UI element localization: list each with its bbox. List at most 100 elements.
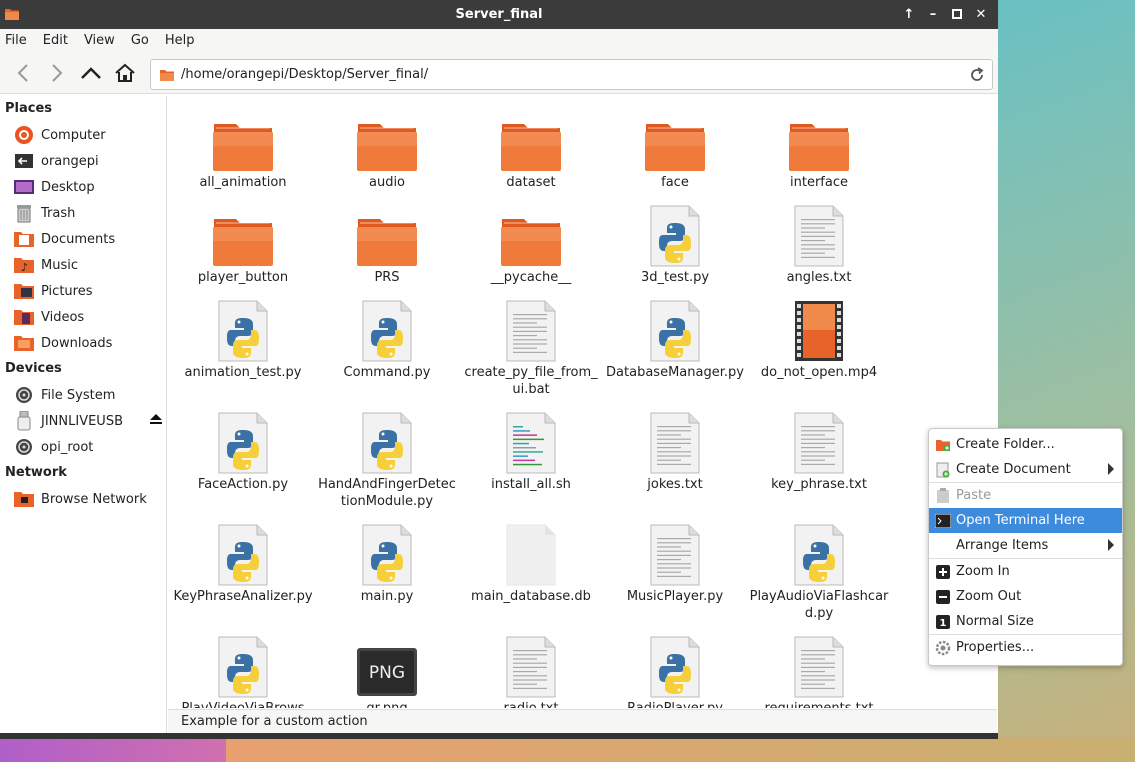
close-button[interactable]: ✕ xyxy=(972,5,990,23)
file-name: key_phrase.txt xyxy=(771,477,867,492)
file-item[interactable]: audio xyxy=(315,110,459,205)
maximize-button[interactable] xyxy=(948,5,966,23)
back-button[interactable] xyxy=(6,56,40,90)
sidebar-item-file-system[interactable]: File System xyxy=(0,382,166,408)
file-view[interactable]: all_animation audio dataset face interface pl… xyxy=(168,96,997,708)
file-item[interactable]: all_animation xyxy=(171,110,315,205)
sidebar-item-computer[interactable]: Computer xyxy=(0,122,166,148)
file-item[interactable]: jokes.txt xyxy=(603,412,747,524)
context-item-zoom-out[interactable]: Zoom Out xyxy=(929,584,1122,609)
zoom-out-icon xyxy=(935,589,951,605)
sidebar-item-jinnliveusb[interactable]: JINNLIVEUSB xyxy=(0,408,166,434)
file-item[interactable]: PlayAudioViaFlashcard.py xyxy=(747,524,891,636)
sidebar-item-label: Downloads xyxy=(41,335,113,351)
file-item[interactable]: main_database.db xyxy=(459,524,603,636)
context-item-arrange-items[interactable]: Arrange Items xyxy=(929,533,1122,558)
python-file-icon xyxy=(211,300,275,362)
file-item[interactable]: Command.py xyxy=(315,300,459,412)
sidebar-item-label: JINNLIVEUSB xyxy=(41,413,123,429)
sidebar-item-downloads[interactable]: Downloads xyxy=(0,330,166,356)
menu-help[interactable]: Help xyxy=(165,33,203,48)
context-item-label: Zoom In xyxy=(956,564,1010,579)
sidebar-item-label: Browse Network xyxy=(41,491,147,507)
title-bar[interactable]: Server_final ↑ – ✕ xyxy=(0,0,998,29)
svg-text:♪: ♪ xyxy=(21,261,28,274)
parent-folder-button[interactable] xyxy=(74,56,108,90)
context-item-open-terminal-here[interactable]: Open Terminal Here xyxy=(929,508,1122,533)
text-file-icon xyxy=(643,412,707,474)
file-item[interactable]: PRS xyxy=(315,205,459,300)
file-item[interactable]: DatabaseManager.py xyxy=(603,300,747,412)
sidebar-item-opi-root[interactable]: opi_root xyxy=(0,434,166,460)
context-item-normal-size[interactable]: 1 Normal Size xyxy=(929,609,1122,634)
reload-button[interactable] xyxy=(962,66,992,83)
forward-button[interactable] xyxy=(40,56,74,90)
context-item-zoom-in[interactable]: Zoom In xyxy=(929,559,1122,584)
python-file-icon xyxy=(355,412,419,474)
file-item[interactable]: 3d_test.py xyxy=(603,205,747,300)
file-item[interactable]: radio.txt xyxy=(459,636,603,708)
sidebar-item-desktop[interactable]: Desktop xyxy=(0,174,166,200)
back-arrow-icon xyxy=(17,63,28,82)
new-folder-icon xyxy=(935,437,951,453)
file-item[interactable]: key_phrase.txt xyxy=(747,412,891,524)
menu-file[interactable]: File xyxy=(5,33,35,48)
minimize-button[interactable]: – xyxy=(924,5,942,23)
text-file-icon xyxy=(787,412,851,474)
menu-edit[interactable]: Edit xyxy=(43,33,76,48)
keep-above-button[interactable]: ↑ xyxy=(900,5,918,23)
file-name: FaceAction.py xyxy=(197,477,289,492)
file-item[interactable]: dataset xyxy=(459,110,603,205)
context-item-properties[interactable]: Properties... xyxy=(929,635,1122,660)
submenu-arrow-icon xyxy=(1108,539,1114,551)
desktop-icon xyxy=(13,177,35,197)
sidebar-item-videos[interactable]: Videos xyxy=(0,304,166,330)
computer-icon xyxy=(13,125,35,145)
file-item[interactable]: HandAndFingerDetectionModule.py xyxy=(315,412,459,524)
file-item[interactable]: requirements.txt xyxy=(747,636,891,708)
sidebar: Places Computer orangepi Desktop Trash Docum… xyxy=(0,96,167,733)
sidebar-item-browse-network[interactable]: Browse Network xyxy=(0,486,166,512)
context-item-create-document[interactable]: Create Document xyxy=(929,457,1122,482)
sidebar-item-trash[interactable]: Trash xyxy=(0,200,166,226)
sidebar-item-music[interactable]: ♪ Music xyxy=(0,252,166,278)
file-item[interactable]: animation_test.py xyxy=(171,300,315,412)
file-item[interactable]: interface xyxy=(747,110,891,205)
file-item[interactable]: main.py xyxy=(315,524,459,636)
eject-icon[interactable] xyxy=(149,413,163,428)
file-name: main.py xyxy=(360,589,414,604)
text-file-icon xyxy=(499,300,563,362)
sidebar-item-pictures[interactable]: Pictures xyxy=(0,278,166,304)
file-manager-window: Server_final ↑ – ✕ File Edit View Go Hel… xyxy=(0,0,998,739)
menu-go[interactable]: Go xyxy=(131,33,157,48)
menu-view[interactable]: View xyxy=(84,33,123,48)
drive-icon xyxy=(13,385,35,405)
sidebar-item-label: Videos xyxy=(41,309,85,325)
file-item[interactable]: RadioPlayer.py xyxy=(603,636,747,708)
python-file-icon xyxy=(643,205,707,267)
file-item[interactable]: __pycache__ xyxy=(459,205,603,300)
file-item[interactable]: PNG qr.png xyxy=(315,636,459,708)
file-item[interactable]: create_py_file_from_ui.bat xyxy=(459,300,603,412)
forward-arrow-icon xyxy=(52,63,63,82)
devices-heading: Devices xyxy=(5,361,62,376)
folder-file-icon xyxy=(643,110,707,172)
file-item[interactable]: angles.txt xyxy=(747,205,891,300)
file-item[interactable]: install_all.sh xyxy=(459,412,603,524)
location-path[interactable]: /home/orangepi/Desktop/Server_final/ xyxy=(181,67,962,82)
file-item[interactable]: FaceAction.py xyxy=(171,412,315,524)
context-item-label: Zoom Out xyxy=(956,589,1022,604)
file-item[interactable]: face xyxy=(603,110,747,205)
file-item[interactable]: MusicPlayer.py xyxy=(603,524,747,636)
sidebar-item-orangepi[interactable]: orangepi xyxy=(0,148,166,174)
location-bar[interactable]: /home/orangepi/Desktop/Server_final/ xyxy=(150,59,993,90)
window-title: Server_final xyxy=(455,7,543,22)
home-button[interactable] xyxy=(108,56,142,90)
file-item[interactable]: player_button xyxy=(171,205,315,300)
context-item-create-folder[interactable]: Create Folder... xyxy=(929,432,1122,457)
sidebar-item-documents[interactable]: Documents xyxy=(0,226,166,252)
file-item[interactable]: do_not_open.mp4 xyxy=(747,300,891,412)
downloads-folder-icon xyxy=(13,333,35,353)
file-item[interactable]: KeyPhraseAnalizer.py xyxy=(171,524,315,636)
file-item[interactable]: PlayVideoViaBrows xyxy=(171,636,315,708)
